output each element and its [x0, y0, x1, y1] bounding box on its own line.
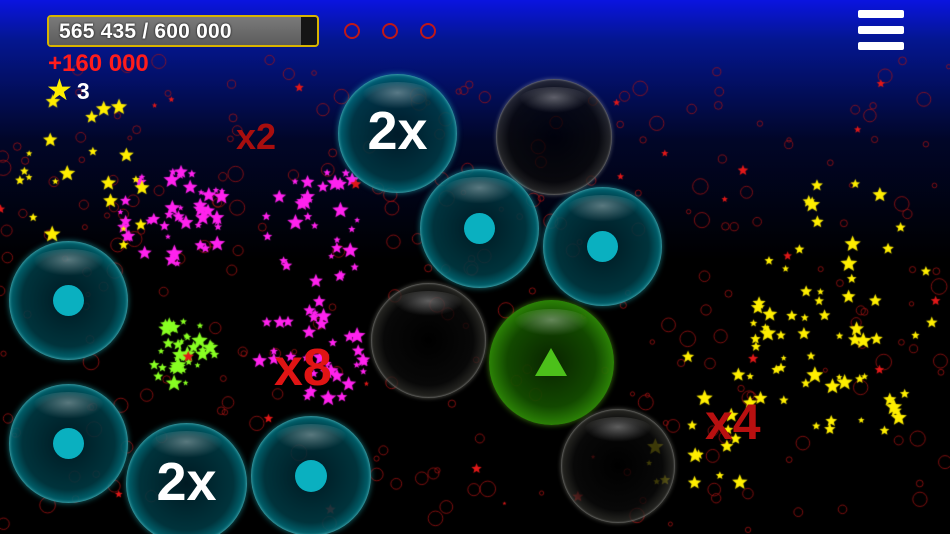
star-count: 3: [76, 77, 90, 104]
bubble[interactable]: 2x: [126, 423, 247, 534]
bubble[interactable]: [420, 169, 539, 288]
multiplier-popup: x4: [705, 394, 761, 450]
bubble-core-dot-icon: [464, 213, 495, 244]
life-ring-icon: [382, 23, 398, 39]
bubble-core-dot-icon: [53, 285, 84, 316]
multiplier-popup: x2: [236, 116, 277, 157]
bubble[interactable]: [371, 283, 486, 398]
bubble-core-dot-icon: [587, 231, 618, 262]
bubble-core-dot-icon: [295, 460, 327, 492]
bubble[interactable]: [9, 384, 128, 503]
score-text: 565 435 / 600 000: [59, 20, 232, 43]
life-ring-icon: [344, 23, 360, 39]
bubble-core-dot-icon: [53, 428, 84, 459]
life-ring-icon: [420, 23, 436, 39]
game-stage[interactable]: 2x 2x x2 x8 x4 565 435 / 600 000 +160 00…: [0, 0, 950, 534]
star-counter: ★ 3: [46, 76, 90, 106]
bubble[interactable]: [496, 79, 612, 195]
bubble[interactable]: 2x: [338, 74, 457, 193]
bubble-label: 2x: [367, 101, 428, 161]
bubble[interactable]: [251, 416, 371, 534]
multiplier-popup: x8: [274, 339, 332, 397]
star-icon: ★: [46, 74, 73, 107]
hamburger-menu-icon[interactable]: [856, 10, 906, 52]
triangle-up-icon: [535, 348, 567, 376]
bubble[interactable]: [561, 409, 675, 523]
bubble[interactable]: [9, 241, 128, 360]
score-progress-bar: 565 435 / 600 000: [47, 15, 319, 47]
bubble[interactable]: [543, 187, 662, 306]
bubble-label: 2x: [156, 452, 217, 512]
bubble[interactable]: [489, 300, 614, 425]
lives-indicator: [344, 23, 436, 39]
